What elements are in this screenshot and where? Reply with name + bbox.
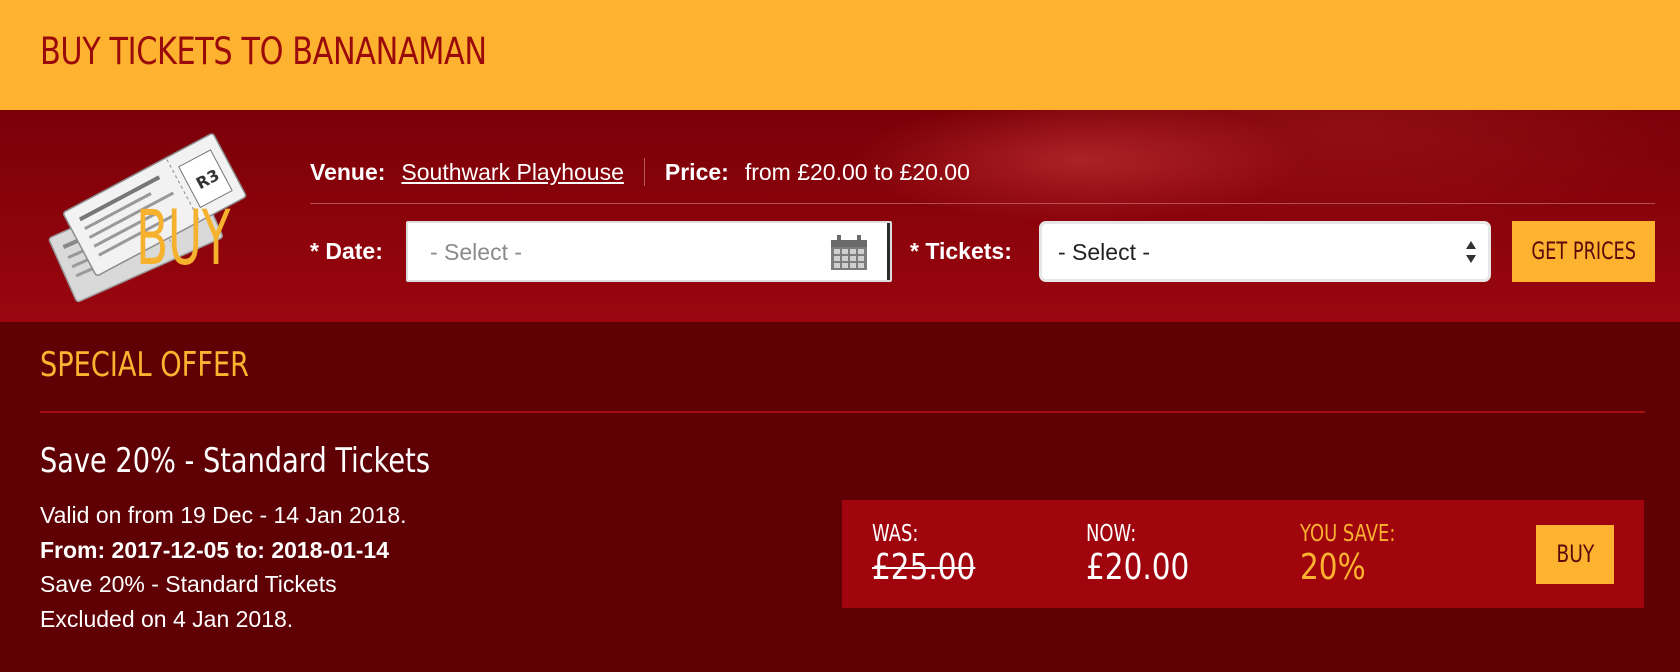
offer-price-box: WAS: £25.00 NOW: £20.00 YOU SAVE: 20% BU… bbox=[842, 500, 1644, 608]
deal-valid-text: Valid on from 19 Dec - 14 Jan 2018. bbox=[40, 502, 407, 528]
special-offer-heading: SPECIAL OFFER bbox=[40, 345, 250, 385]
select-arrows-icon bbox=[1466, 241, 1476, 263]
divider bbox=[310, 203, 1655, 204]
separator bbox=[643, 158, 645, 186]
buy-logo-text: BUY bbox=[136, 193, 230, 282]
get-prices-button[interactable]: GET PRICES bbox=[1512, 221, 1655, 282]
save-label: YOU SAVE: bbox=[1300, 521, 1396, 547]
buy-button-label: BUY bbox=[1555, 540, 1594, 568]
now-price: NOW: £20.00 bbox=[1086, 520, 1212, 588]
calendar-icon[interactable] bbox=[830, 235, 868, 271]
venue-label: Venue: bbox=[310, 158, 386, 185]
tickets-label: * Tickets: bbox=[910, 238, 1012, 264]
save-value: 20% bbox=[1300, 547, 1366, 588]
divider bbox=[40, 411, 1645, 413]
buy-panel: R3 BUY Venue: Southwark Playhouse Price:… bbox=[0, 110, 1680, 322]
savings: YOU SAVE: 20% bbox=[1300, 520, 1422, 588]
page-header: BUY TICKETS TO BANANAMAN bbox=[0, 0, 1680, 110]
deal-exclusions: Excluded on 4 Jan 2018. bbox=[40, 605, 294, 632]
was-price: WAS: £25.00 bbox=[872, 520, 998, 588]
get-prices-label: GET PRICES bbox=[1531, 237, 1636, 265]
venue-price-row: Venue: Southwark Playhouse Price: from £… bbox=[310, 152, 970, 192]
deal-details: Valid on from 19 Dec - 14 Jan 2018. From… bbox=[40, 498, 407, 636]
buy-offer-button[interactable]: BUY bbox=[1536, 525, 1614, 584]
deal-title: Save 20% - Standard Tickets bbox=[40, 441, 431, 481]
date-picker-input[interactable]: - Select - bbox=[406, 221, 892, 282]
date-input-edge bbox=[887, 223, 890, 280]
deal-summary: Save 20% - Standard Tickets bbox=[40, 571, 337, 597]
page-title: BUY TICKETS TO BANANAMAN bbox=[40, 30, 487, 73]
now-value: £20.00 bbox=[1086, 547, 1190, 588]
tickets-selected-value: - Select - bbox=[1058, 239, 1151, 265]
price-range: from £20.00 to £20.00 bbox=[744, 158, 970, 185]
date-label: * Date: bbox=[310, 238, 383, 264]
was-value: £25.00 bbox=[872, 547, 976, 588]
was-label: WAS: bbox=[872, 521, 919, 547]
tickets-select[interactable]: - Select - bbox=[1039, 221, 1491, 282]
deal-date-range: From: 2017-12-05 to: 2018-01-14 bbox=[40, 536, 389, 563]
venue-link[interactable]: Southwark Playhouse bbox=[401, 159, 623, 186]
price-label: Price: bbox=[664, 158, 729, 185]
date-placeholder: - Select - bbox=[430, 239, 523, 265]
now-label: NOW: bbox=[1086, 521, 1137, 547]
